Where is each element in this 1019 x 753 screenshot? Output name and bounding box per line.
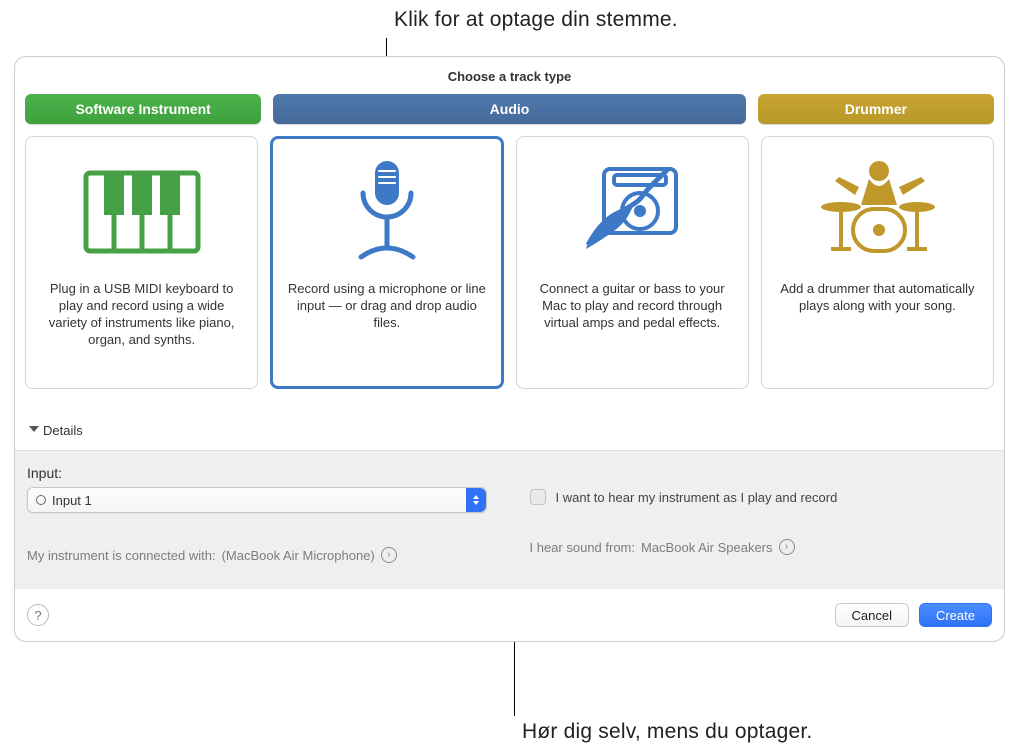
help-button[interactable]: ?: [27, 604, 49, 626]
output-device-prefix: I hear sound from:: [530, 540, 636, 555]
mic-icon: [317, 153, 457, 271]
category-software-instrument: Software Instrument: [25, 94, 261, 124]
category-drummer: Drummer: [758, 94, 994, 124]
callout-top-text: Klik for at optage din stemme.: [394, 8, 678, 32]
card-audio-guitar[interactable]: Connect a guitar or bass to your Mac to …: [516, 136, 749, 389]
details-label: Details: [43, 423, 83, 438]
select-stepper-icon: [466, 488, 486, 512]
dialog-title: Choose a track type: [25, 69, 994, 84]
monitor-checkbox[interactable]: [530, 489, 546, 505]
input-label: Input:: [27, 465, 490, 481]
cancel-button[interactable]: Cancel: [835, 603, 909, 627]
input-select-value: Input 1: [52, 493, 92, 508]
card-drummer-desc: Add a drummer that automatically plays a…: [774, 281, 981, 315]
monitor-checkbox-label: I want to hear my instrument as I play a…: [556, 490, 838, 505]
drummer-icon: [807, 153, 947, 271]
instrument-connected-prefix: My instrument is connected with:: [27, 548, 216, 563]
keyboard-keys-icon: [72, 153, 212, 271]
track-type-dialog: Choose a track type Software Instrument …: [14, 56, 1005, 642]
card-audio-mic-desc: Record using a microphone or line input …: [283, 281, 490, 332]
monitor-column: I want to hear my instrument as I play a…: [530, 465, 993, 563]
track-type-card-row: Plug in a USB MIDI keyboard to play and …: [25, 136, 994, 389]
chevron-down-icon: [27, 426, 37, 436]
input-device-go-icon[interactable]: ›: [381, 547, 397, 563]
callout-bottom-text: Hør dig selv, mens du optager.: [522, 720, 812, 744]
instrument-connected-device: (MacBook Air Microphone): [222, 548, 375, 563]
card-software-instrument[interactable]: Plug in a USB MIDI keyboard to play and …: [25, 136, 258, 389]
input-select[interactable]: Input 1: [27, 487, 487, 513]
category-header-row: Software Instrument Audio Drummer: [25, 94, 994, 124]
output-device-value: MacBook Air Speakers: [641, 540, 773, 555]
card-software-instrument-desc: Plug in a USB MIDI keyboard to play and …: [38, 281, 245, 349]
create-button[interactable]: Create: [919, 603, 992, 627]
guitar-amp-icon: [562, 153, 702, 271]
card-audio-guitar-desc: Connect a guitar or bass to your Mac to …: [529, 281, 736, 332]
output-device-go-icon[interactable]: ›: [779, 539, 795, 555]
details-disclosure[interactable]: Details: [25, 389, 994, 450]
card-audio-mic[interactable]: Record using a microphone or line input …: [270, 136, 503, 389]
card-drummer[interactable]: Add a drummer that automatically plays a…: [761, 136, 994, 389]
details-panel: Input: Input 1 My instrument is connecte…: [15, 450, 1004, 589]
category-audio: Audio: [273, 94, 746, 124]
input-column: Input: Input 1 My instrument is connecte…: [27, 465, 490, 563]
dialog-footer: ? Cancel Create: [15, 589, 1004, 641]
mono-channel-icon: [36, 495, 46, 505]
